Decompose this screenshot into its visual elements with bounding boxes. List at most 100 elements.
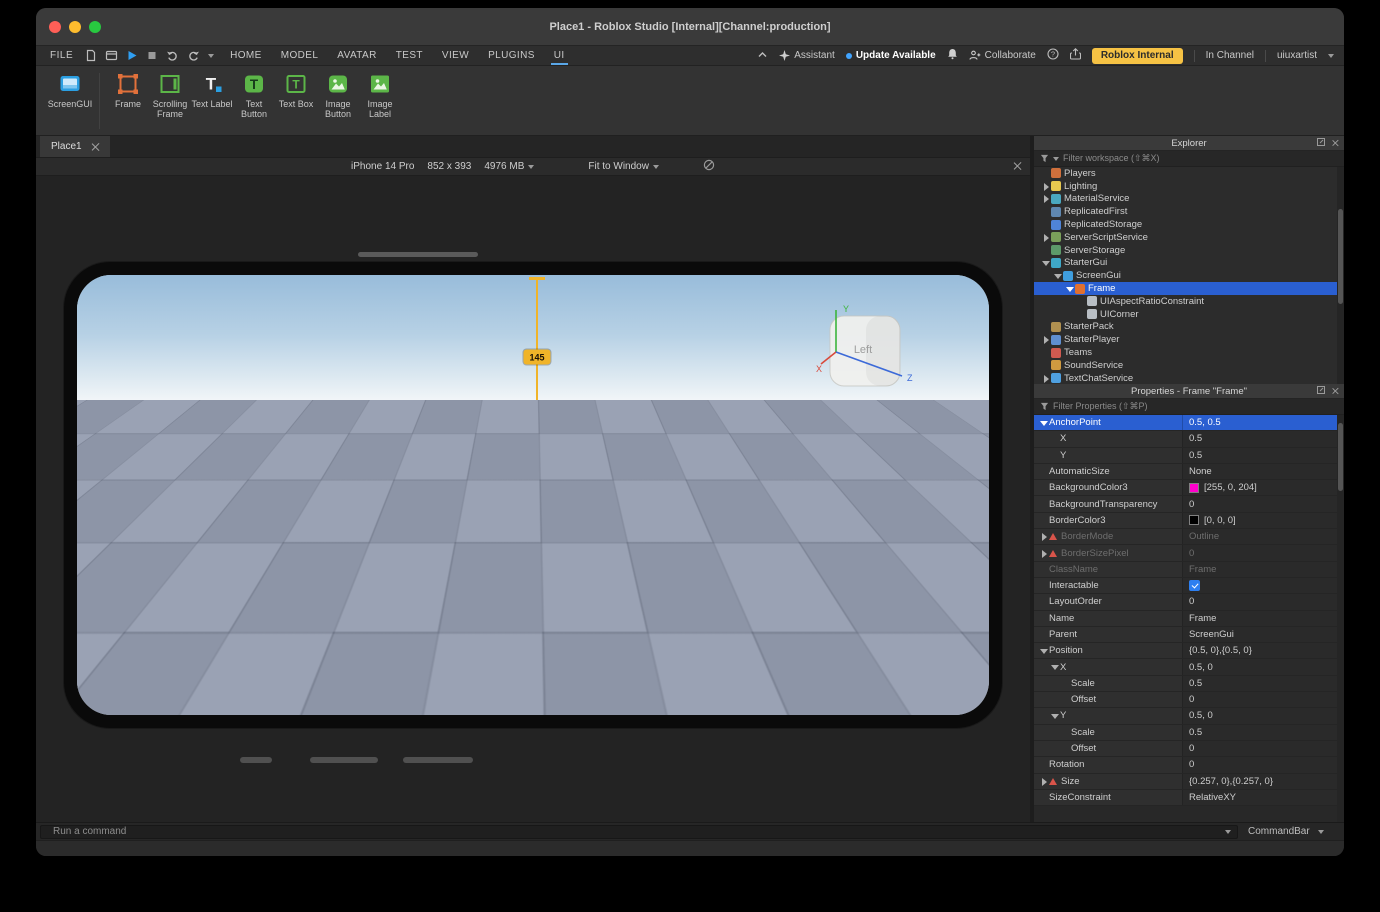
property-value[interactable]: 0.5: [1182, 676, 1344, 691]
property-row-Offset[interactable]: Offset0: [1034, 692, 1344, 708]
memory-selector[interactable]: 4976 MB: [484, 161, 534, 172]
property-row-LayoutOrder[interactable]: LayoutOrder0: [1034, 594, 1344, 610]
property-value[interactable]: 0.5: [1182, 725, 1344, 740]
command-history-caret[interactable]: [1225, 830, 1231, 834]
zoom-window-button[interactable]: [89, 21, 101, 33]
redo-icon[interactable]: [187, 49, 200, 62]
property-row-Y[interactable]: Y0.5, 0: [1034, 708, 1344, 724]
collaborate-button[interactable]: Collaborate: [969, 50, 1036, 61]
property-row-ClassName[interactable]: ClassNameFrame: [1034, 562, 1344, 578]
command-input[interactable]: Run a command: [40, 825, 1238, 839]
tab-plugins[interactable]: PLUGINS: [488, 46, 535, 65]
property-expand-caret[interactable]: [1050, 711, 1060, 720]
property-value[interactable]: 0.5: [1182, 448, 1344, 463]
property-value[interactable]: Frame: [1182, 611, 1344, 626]
explorer-scrollbar[interactable]: [1337, 167, 1344, 384]
update-available-button[interactable]: Update Available: [846, 50, 936, 61]
property-value[interactable]: None: [1182, 464, 1344, 479]
property-value[interactable]: [1182, 578, 1344, 593]
explorer-item-TextChatService[interactable]: TextChatService: [1034, 372, 1344, 384]
viewport-scrollbar-top[interactable]: [358, 252, 478, 257]
property-row-X[interactable]: X0.5, 0: [1034, 659, 1344, 675]
insert-image-button-button[interactable]: Image Button: [317, 71, 359, 120]
user-dropdown-caret[interactable]: [1328, 54, 1334, 58]
property-value[interactable]: 0: [1182, 757, 1344, 772]
minimize-window-button[interactable]: [69, 21, 81, 33]
tab-view[interactable]: VIEW: [442, 46, 469, 65]
viewport-3d[interactable]: Left Y X Z: [36, 176, 1030, 822]
property-row-Offset[interactable]: Offset0: [1034, 741, 1344, 757]
tree-expand-caret[interactable]: [1041, 194, 1051, 203]
properties-scrollbar[interactable]: [1337, 415, 1344, 822]
insert-scrolling-frame-button[interactable]: Scrolling Frame: [149, 71, 191, 120]
property-row-BackgroundTransparency[interactable]: BackgroundTransparency0: [1034, 496, 1344, 512]
insert-text-button-button[interactable]: T Text Button: [233, 71, 275, 120]
username-label[interactable]: uiuxartist: [1277, 50, 1317, 61]
share-icon[interactable]: [1070, 48, 1081, 63]
roblox-internal-badge[interactable]: Roblox Internal: [1092, 48, 1183, 64]
filter-caret[interactable]: [1053, 157, 1059, 161]
property-value[interactable]: 0: [1182, 692, 1344, 707]
property-value[interactable]: 0.5, 0.5: [1182, 415, 1344, 430]
tree-expand-caret[interactable]: [1041, 233, 1051, 242]
scrollbar-thumb[interactable]: [1338, 209, 1343, 304]
viewport-scrollbar-segment[interactable]: [403, 757, 473, 763]
explorer-item-MaterialService[interactable]: MaterialService: [1034, 193, 1344, 206]
property-row-AnchorPoint[interactable]: AnchorPoint0.5, 0.5: [1034, 415, 1344, 431]
tab-test[interactable]: TEST: [396, 46, 423, 65]
property-value[interactable]: 0.5, 0: [1182, 708, 1344, 723]
property-row-Y[interactable]: Y0.5: [1034, 448, 1344, 464]
explorer-item-ServerScriptService[interactable]: ServerScriptService: [1034, 231, 1344, 244]
play-icon[interactable]: [126, 49, 138, 62]
resize-handle[interactable]: [479, 544, 486, 551]
tree-expand-caret[interactable]: [1041, 335, 1051, 344]
close-emulator-icon[interactable]: [1013, 162, 1021, 170]
left-part-3d[interactable]: Left Y X Z: [814, 292, 954, 407]
close-tab-icon[interactable]: [91, 143, 99, 151]
explorer-item-ScreenGui[interactable]: ScreenGui: [1034, 269, 1344, 282]
property-row-Rotation[interactable]: Rotation0: [1034, 757, 1344, 773]
selected-ui-frame[interactable]: [483, 437, 591, 547]
resize-handle[interactable]: [588, 433, 595, 440]
explorer-item-UIAspectRatioConstraint[interactable]: UIAspectRatioConstraint: [1034, 295, 1344, 308]
place1-tab[interactable]: Place1: [40, 136, 110, 157]
property-value[interactable]: Frame: [1182, 562, 1344, 577]
property-row-BorderSizePixel[interactable]: BorderSizePixel0: [1034, 545, 1344, 561]
property-value[interactable]: 0: [1182, 545, 1344, 560]
viewport-scrollbar-segment[interactable]: [310, 757, 378, 763]
resize-handle[interactable]: [479, 433, 486, 440]
popout-panel-icon[interactable]: [1317, 138, 1325, 149]
property-value[interactable]: 0: [1182, 594, 1344, 609]
explorer-item-ServerStorage[interactable]: ServerStorage: [1034, 244, 1344, 257]
property-row-BorderColor3[interactable]: BorderColor3[0, 0, 0]: [1034, 513, 1344, 529]
property-value[interactable]: {0.257, 0},{0.257, 0}: [1182, 774, 1344, 789]
property-row-AutomaticSize[interactable]: AutomaticSizeNone: [1034, 464, 1344, 480]
property-value[interactable]: [0, 0, 0]: [1182, 513, 1344, 528]
property-row-Scale[interactable]: Scale0.5: [1034, 725, 1344, 741]
property-value[interactable]: [255, 0, 204]: [1182, 480, 1344, 495]
color-swatch[interactable]: [1189, 515, 1199, 525]
close-panel-icon[interactable]: [1332, 388, 1338, 394]
explorer-item-UICorner[interactable]: UICorner: [1034, 308, 1344, 321]
close-panel-icon[interactable]: [1332, 140, 1338, 146]
property-row-BackgroundColor3[interactable]: BackgroundColor3[255, 0, 204]: [1034, 480, 1344, 496]
property-value[interactable]: 0.5: [1182, 431, 1344, 446]
property-expand-caret[interactable]: [1039, 646, 1049, 655]
explorer-item-Frame[interactable]: Frame: [1034, 282, 1344, 295]
property-row-Scale[interactable]: Scale0.5: [1034, 676, 1344, 692]
property-value[interactable]: 0: [1182, 741, 1344, 756]
explorer-item-Players[interactable]: Players: [1034, 167, 1344, 180]
tab-home[interactable]: HOME: [230, 46, 262, 65]
insert-screengui-button[interactable]: ScreenGUI: [46, 71, 94, 109]
mute-device-icon[interactable]: [703, 159, 715, 174]
insert-text-box-button[interactable]: T Text Box: [275, 71, 317, 109]
tree-expand-caret[interactable]: [1053, 271, 1063, 280]
property-row-Interactable[interactable]: Interactable: [1034, 578, 1344, 594]
color-swatch[interactable]: [1189, 483, 1199, 493]
viewport-scrollbar-segment[interactable]: [240, 757, 272, 763]
property-row-Position[interactable]: Position{0.5, 0},{0.5, 0}: [1034, 643, 1344, 659]
help-icon[interactable]: ?: [1047, 48, 1059, 63]
property-value[interactable]: 0: [1182, 496, 1344, 511]
explorer-item-ReplicatedStorage[interactable]: ReplicatedStorage: [1034, 218, 1344, 231]
property-value[interactable]: 0.5, 0: [1182, 659, 1344, 674]
